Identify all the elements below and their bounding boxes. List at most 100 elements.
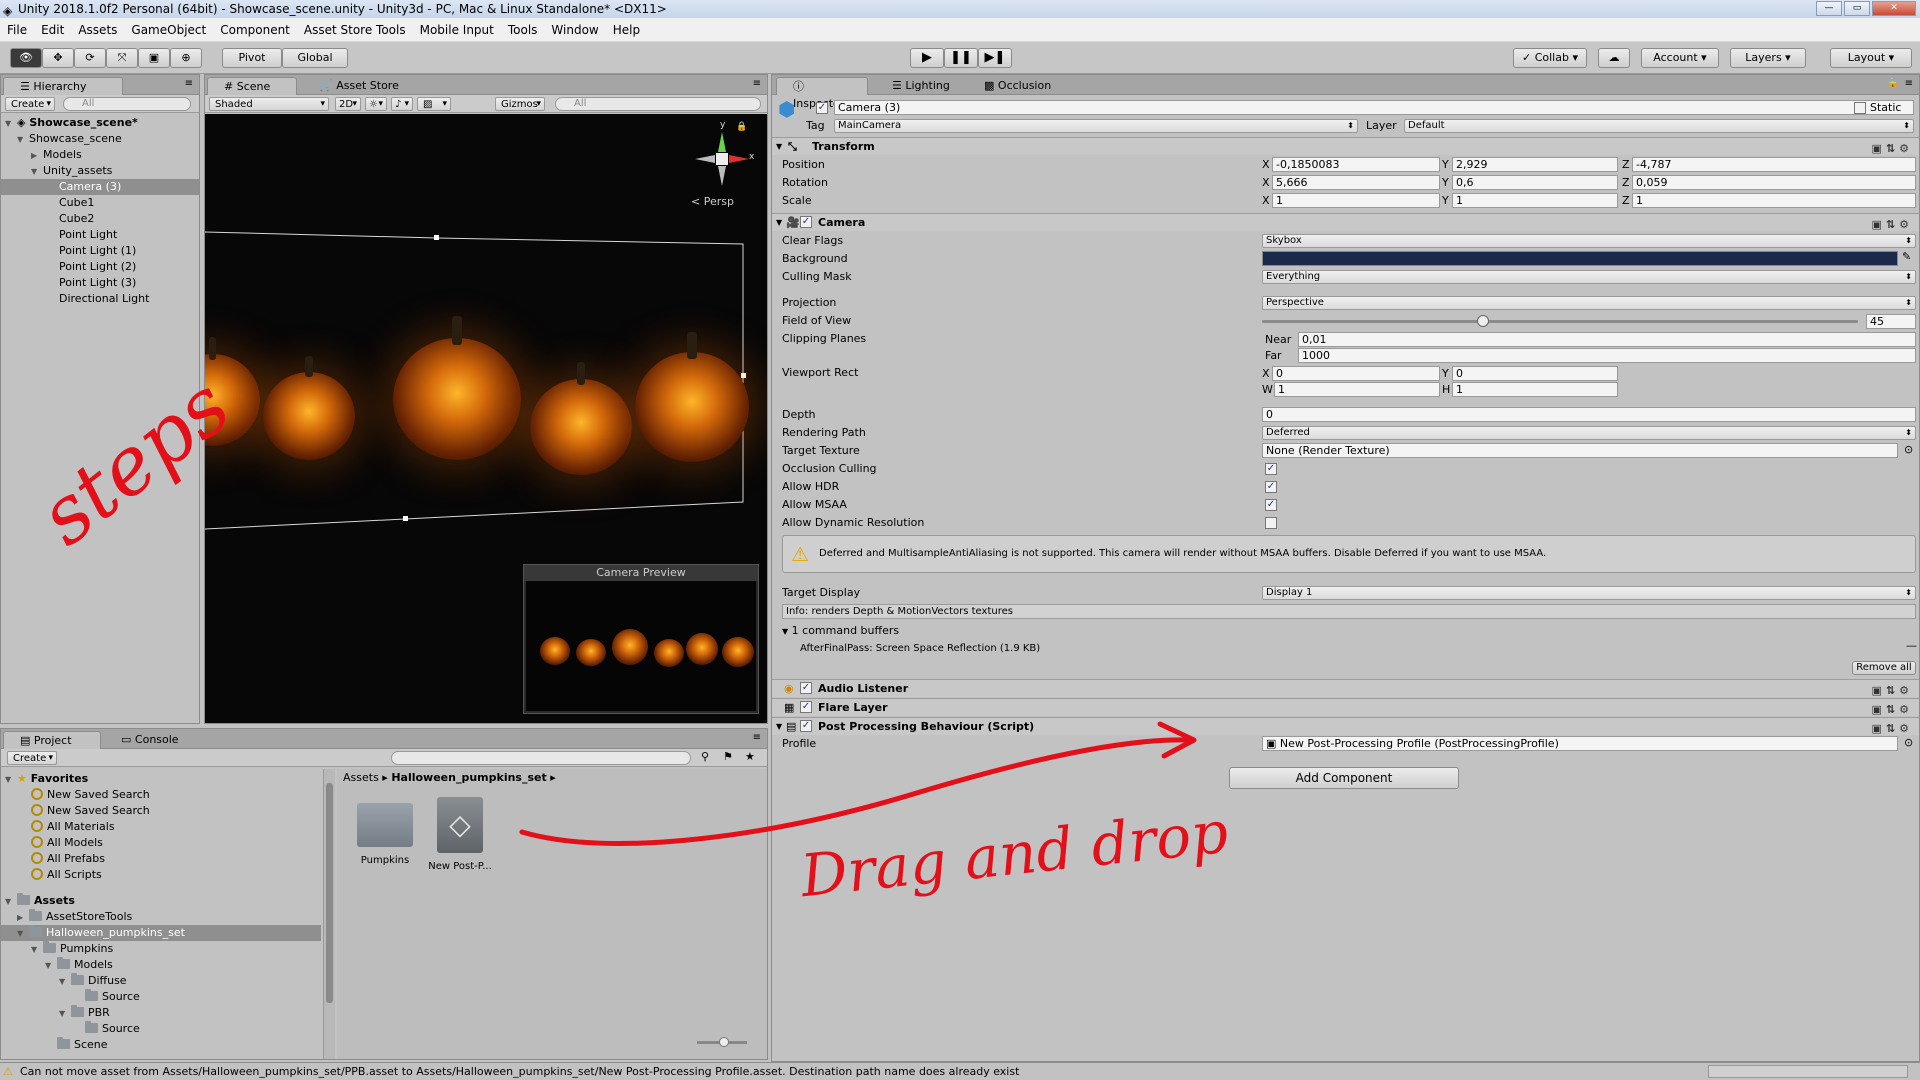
fold-arrow-icon[interactable]: ▶ [31,148,43,164]
clear-flags-dropdown[interactable]: Skybox [1262,234,1916,248]
favorites-header[interactable]: ▼ ★ Favorites [5,771,88,787]
hierarchy-create-dropdown[interactable]: Create [5,97,55,111]
menu-help[interactable]: Help [606,23,647,37]
audio-listener-checkbox[interactable]: ✓ [800,682,812,694]
tab-project[interactable]: ▤ Project [3,731,101,749]
viewport-h-field[interactable]: 1 [1452,382,1618,397]
fold-arrow-icon[interactable]: ▼ [45,958,57,974]
fov-slider-thumb[interactable] [1476,315,1489,327]
depth-field[interactable]: 0 [1262,407,1916,422]
fold-arrow-icon[interactable]: ▼ [5,116,17,132]
menu-edit[interactable]: Edit [34,23,71,37]
saved-search-item[interactable]: All Scripts [31,867,102,883]
tree-item[interactable]: ▼ Showcase_scene [17,131,122,147]
static-checkbox[interactable] [1854,102,1866,114]
zoom-slider[interactable] [697,1037,747,1047]
tree-item[interactable]: Cube1 [59,195,94,211]
tab-scene[interactable]: # Scene [207,77,297,95]
layer-dropdown[interactable]: Default [1404,119,1914,133]
layout-dropdown[interactable]: Layout ▾ [1830,48,1912,68]
eyedropper-icon[interactable]: ✎ [1902,250,1911,263]
tree-item[interactable]: Point Light (1) [59,243,136,259]
move-tool-icon[interactable]: ✥ [42,48,74,68]
transform-tool-icon[interactable]: ⊕ [170,48,202,68]
folder-item[interactable]: ▼ Models [45,957,113,973]
object-picker-icon[interactable]: ⊙ [1904,443,1913,456]
tree-item[interactable]: Point Light [59,227,117,243]
fov-field[interactable]: 45 [1866,314,1916,329]
command-buffers-foldout[interactable]: ▼ 1 command buffers [782,623,899,639]
target-display-dropdown[interactable]: Display 1 [1262,586,1916,600]
menu-window[interactable]: Window [544,23,605,37]
rendering-path-dropdown[interactable]: Deferred [1262,426,1916,440]
persp-label[interactable]: < Persp [691,195,734,208]
step-button[interactable]: ▶❚ [978,48,1012,68]
profile-field[interactable]: ▣ New Post-Processing Profile (PostProce… [1262,736,1898,751]
tree-item[interactable]: ▼ Unity_assets [31,163,112,179]
tree-item[interactable]: Point Light (2) [59,259,136,275]
audio-toggle-icon[interactable]: ♪ [391,97,413,111]
folder-item[interactable]: Scene [57,1037,108,1053]
viewport-x-field[interactable]: 0 [1272,366,1440,381]
fold-arrow-icon[interactable]: ▼ [776,138,782,155]
tab-occlusion[interactable]: ▩ Occlusion [968,77,1064,95]
saved-search-item[interactable]: All Models [31,835,103,851]
component-settings-icons[interactable]: ▣⇅⚙ [1872,682,1913,699]
2d-toggle[interactable]: 2D [335,97,361,111]
remove-all-button[interactable]: Remove all [1852,661,1916,675]
scale-x-field[interactable]: 1 [1272,193,1440,208]
fold-arrow-icon[interactable]: ▼ [776,214,782,231]
gameobject-name-field[interactable]: Camera (3) [834,100,1914,115]
fold-arrow-icon[interactable]: ▶ [17,910,29,926]
menu-gameobject[interactable]: GameObject [124,23,213,37]
occlusion-culling-checkbox[interactable]: ✓ [1265,463,1277,475]
menu-assets[interactable]: Assets [71,23,124,37]
asset-folder-pumpkins[interactable]: Pumpkins [355,797,415,879]
lock-icon[interactable]: 🔒 [1887,78,1899,89]
rotation-y-field[interactable]: 0,6 [1452,175,1618,190]
camera-component-header[interactable]: ▼ 🎥 ✓ Camera ▣⇅⚙ [772,213,1919,231]
folder-item[interactable]: Source [85,1021,140,1037]
menu-component[interactable]: Component [213,23,297,37]
scene-root-row[interactable]: ▼ ◈ Showcase_scene* [5,115,195,131]
rotation-x-field[interactable]: 5,666 [1272,175,1440,190]
fold-arrow-icon[interactable]: ▼ [5,894,17,910]
collab-dropdown[interactable]: ✓ Collab ▾ [1513,48,1587,68]
saved-search-item[interactable]: All Prefabs [31,851,105,867]
culling-mask-dropdown[interactable]: Everything [1262,270,1916,284]
allow-msaa-checkbox[interactable]: ✓ [1265,499,1277,511]
tab-inspector[interactable]: ⓘ Inspector [776,77,868,110]
scale-z-field[interactable]: 1 [1632,193,1916,208]
tree-item[interactable]: Cube2 [59,211,94,227]
tree-item[interactable]: Directional Light [59,291,149,307]
allow-dynamic-resolution-checkbox[interactable] [1265,517,1277,529]
folder-tree-scrollbar[interactable] [323,769,335,1059]
position-x-field[interactable]: -0,1850083 [1272,157,1440,172]
rotation-z-field[interactable]: 0,059 [1632,175,1916,190]
far-field[interactable]: 1000 [1298,348,1916,363]
gizmos-dropdown[interactable]: Gizmos [495,97,545,111]
lighting-toggle-icon[interactable]: ☼ [365,97,387,111]
effects-toggle-icon[interactable]: ▨ [417,97,451,111]
scrollbar-thumb[interactable] [326,783,333,1003]
scale-tool-icon[interactable]: ⤧ [106,48,138,68]
fold-arrow-icon[interactable]: ▼ [17,132,29,148]
account-dropdown[interactable]: Account ▾ [1641,48,1719,68]
add-component-button[interactable]: Add Component [1229,767,1459,789]
tab-console[interactable]: ▭ Console [105,731,195,749]
maximize-button[interactable]: ▭ [1844,1,1870,16]
shading-dropdown[interactable]: Shaded [209,97,329,111]
position-z-field[interactable]: -4,787 [1632,157,1916,172]
tree-item-selected[interactable]: Camera (3) [1,179,199,195]
fold-arrow-icon[interactable]: ▼ [59,974,71,990]
folder-item[interactable]: ▶ AssetStoreTools [17,909,132,925]
tab-lighting[interactable]: ☰ Lighting [876,77,962,95]
component-settings-icons[interactable]: ▣⇅⚙ [1872,216,1913,233]
panel-menu-icon[interactable]: ≡ [753,78,761,89]
tree-item[interactable]: ▶ Models [31,147,82,163]
background-color-swatch[interactable] [1262,251,1898,266]
assets-header[interactable]: ▼ Assets [5,893,75,909]
viewport-y-field[interactable]: 0 [1452,366,1618,381]
near-field[interactable]: 0,01 [1298,332,1916,347]
menu-asset-store-tools[interactable]: Asset Store Tools [297,23,413,37]
